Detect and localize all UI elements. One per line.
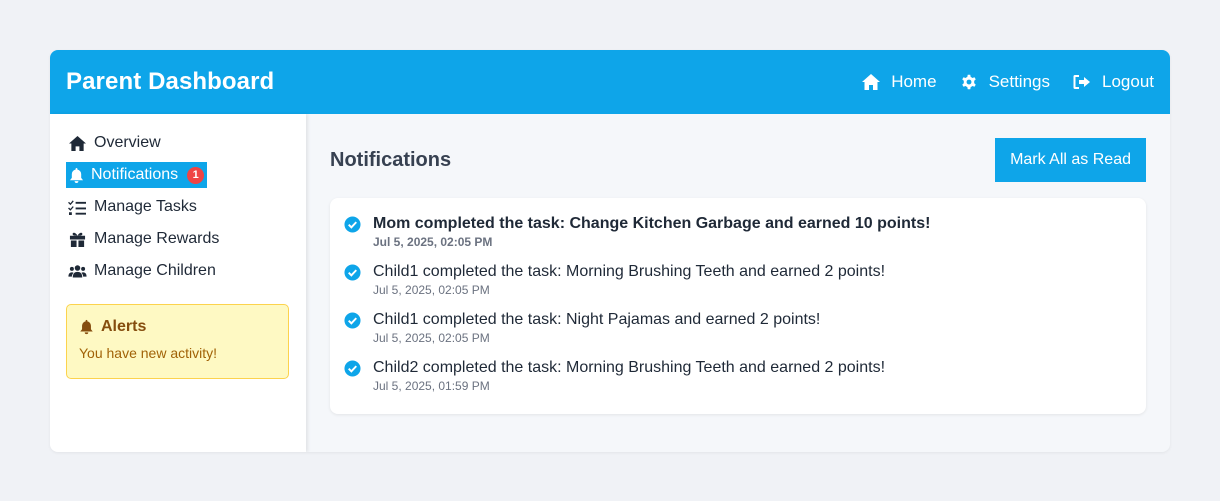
check-circle-icon (344, 216, 361, 233)
nav-settings-label: Settings (988, 72, 1050, 91)
nav-home-link[interactable]: Home (861, 72, 937, 92)
header: Parent Dashboard Home Settings Logout (50, 50, 1170, 114)
sidebar-item-label: Overview (94, 134, 161, 151)
list-item[interactable]: Child2 completed the task: Morning Brush… (344, 358, 1130, 406)
check-circle-icon (344, 264, 361, 281)
bell-icon (80, 319, 93, 335)
page-title: Parent Dashboard (66, 68, 275, 95)
gift-icon (69, 232, 86, 247)
top-nav: Home Settings Logout (861, 72, 1154, 92)
alerts-title-text: Alerts (101, 318, 147, 335)
users-icon (68, 264, 87, 278)
notification-time: Jul 5, 2025, 01:59 PM (373, 379, 490, 393)
notification-message: Child2 completed the task: Morning Brush… (373, 359, 886, 376)
notification-count-badge: 1 (187, 166, 205, 184)
notification-body: Mom completed the task: Change Kitchen G… (373, 214, 930, 262)
sidebar: Overview Notifications 1 Manage Tasks Ma… (50, 114, 306, 452)
nav-home-label: Home (891, 72, 937, 91)
notification-body: Child1 completed the task: Night Pajamas… (373, 310, 820, 358)
sidebar-item-label: Notifications (91, 166, 179, 183)
alerts-panel: Alerts You have new activity! (66, 304, 289, 379)
list-item[interactable]: Child1 completed the task: Night Pajamas… (344, 310, 1130, 358)
sidebar-item-manage-children[interactable]: Manage Children (66, 258, 218, 284)
logout-icon (1073, 75, 1090, 89)
sidebar-item-label: Manage Tasks (94, 198, 197, 215)
alerts-text: You have new activity! (79, 345, 218, 361)
main-content: Notifications Mark All as Read Mom compl… (306, 114, 1170, 452)
list-item[interactable]: Mom completed the task: Change Kitchen G… (344, 214, 1130, 262)
mark-all-read-button[interactable]: Mark All as Read (995, 138, 1146, 182)
main-header: Notifications Mark All as Read (330, 138, 1146, 182)
nav-settings-link[interactable]: Settings (959, 72, 1050, 92)
gear-icon (961, 74, 976, 90)
nav-logout-link[interactable]: Logout (1072, 72, 1154, 92)
section-heading: Notifications (330, 148, 452, 171)
check-circle-icon (344, 360, 361, 377)
sidebar-item-manage-tasks[interactable]: Manage Tasks (66, 194, 199, 220)
alerts-title: Alerts (79, 318, 276, 336)
sidebar-item-label: Manage Children (94, 262, 216, 279)
notification-time: Jul 5, 2025, 02:05 PM (373, 283, 490, 297)
notification-time: Jul 5, 2025, 02:05 PM (373, 235, 493, 249)
home-icon (862, 74, 881, 90)
bell-icon (69, 167, 84, 183)
home-icon (69, 135, 86, 151)
notification-time: Jul 5, 2025, 02:05 PM (373, 331, 490, 345)
notification-message: Child1 completed the task: Night Pajamas… (373, 311, 821, 328)
notification-message: Mom completed the task: Change Kitchen G… (373, 215, 931, 232)
content-body: Overview Notifications 1 Manage Tasks Ma… (50, 114, 1170, 452)
task-list-icon (68, 199, 86, 215)
notifications-list: Mom completed the task: Change Kitchen G… (330, 198, 1146, 414)
notification-body: Child1 completed the task: Morning Brush… (373, 262, 885, 310)
nav-logout-label: Logout (1102, 72, 1154, 91)
app-window: Parent Dashboard Home Settings Logout Ov… (50, 50, 1170, 452)
sidebar-item-overview[interactable]: Overview (66, 130, 163, 156)
notification-body: Child2 completed the task: Morning Brush… (373, 358, 885, 406)
notification-message: Child1 completed the task: Morning Brush… (373, 263, 886, 280)
list-item[interactable]: Child1 completed the task: Morning Brush… (344, 262, 1130, 310)
sidebar-item-notifications[interactable]: Notifications 1 (66, 162, 208, 188)
check-circle-icon (344, 312, 361, 329)
sidebar-item-manage-rewards[interactable]: Manage Rewards (66, 226, 221, 252)
sidebar-item-label: Manage Rewards (94, 230, 220, 247)
